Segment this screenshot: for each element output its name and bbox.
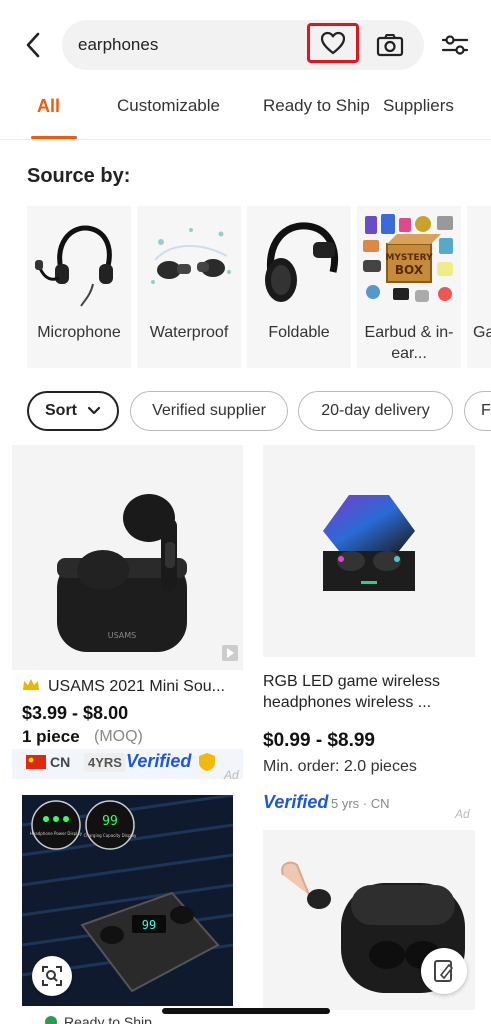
feedback-float-button[interactable] <box>421 948 467 994</box>
ready-to-ship-label: Ready to Ship <box>64 1014 152 1024</box>
verified-supplier-chip[interactable]: Verified supplier <box>130 391 288 431</box>
home-indicator <box>162 1008 330 1014</box>
camera-icon <box>376 34 404 57</box>
image-search-button[interactable] <box>372 30 408 60</box>
20-day-delivery-chip[interactable]: 20-day delivery <box>298 391 453 431</box>
product-image <box>263 445 475 657</box>
search-bar[interactable]: earphones <box>62 20 424 70</box>
source-card-gaming[interactable]: Ga <box>467 206 491 368</box>
sliders-icon <box>441 35 469 55</box>
tab-suppliers[interactable]: Suppliers <box>383 96 454 116</box>
gaming-image <box>467 206 491 314</box>
source-by-title: Source by: <box>27 165 131 187</box>
product-price: $0.99 - $8.99 <box>263 730 375 751</box>
verified-badge: Verified <box>126 751 192 771</box>
source-card-label: Earbud & in-ear... <box>364 324 454 362</box>
tab-all[interactable]: All <box>37 96 60 117</box>
source-card-label: Microphone <box>37 324 121 341</box>
product-image: USAMS <box>12 445 243 670</box>
active-tab-indicator <box>31 136 77 139</box>
supplier-country: CN <box>50 754 71 770</box>
video-play-icon <box>222 645 238 661</box>
product-card-earbuds-case[interactable] <box>263 830 475 1024</box>
chevron-down-icon <box>87 406 101 415</box>
svg-text:Headphone Power Display: Headphone Power Display <box>30 831 83 836</box>
product-card-usams[interactable]: USAMS USAMS 2021 Mini Sou... $3.99 - $8.… <box>12 445 243 785</box>
verified-badge: Verified <box>263 792 329 812</box>
foldable-headphones-image <box>247 206 351 314</box>
ad-label: Ad <box>455 807 470 821</box>
filter-chips: Sort Verified supplier 20-day delivery F <box>0 391 491 433</box>
source-by-carousel: Microphone Waterproof Foldable MYSTERY B… <box>0 206 491 368</box>
filter-button[interactable] <box>437 30 473 60</box>
edit-note-icon <box>434 960 454 982</box>
source-card-earbud[interactable]: MYSTERY BOX Earbud & in-ear... <box>357 206 461 368</box>
svg-text:BOX: BOX <box>395 263 424 277</box>
product-min-order: Min. order: 2.0 pieces <box>263 758 417 775</box>
scan-search-icon <box>42 966 62 986</box>
waterproof-earbuds-image <box>137 206 241 314</box>
chevron-left-icon <box>26 32 40 58</box>
product-title-line2: headphones wireless ... <box>263 694 432 711</box>
search-input[interactable]: earphones <box>78 35 158 55</box>
source-card-label: Ga <box>473 324 491 341</box>
source-card-microphone[interactable]: Microphone <box>27 206 131 368</box>
source-card-foldable[interactable]: Foldable <box>247 206 351 368</box>
tab-ready-to-ship[interactable]: Ready to Ship <box>263 96 370 116</box>
product-moq-qty: 1 piece <box>22 727 80 746</box>
svg-text:99: 99 <box>142 918 156 932</box>
svg-text:Charging Capacity Display: Charging Capacity Display <box>84 833 137 838</box>
product-moq-label: (MOQ) <box>94 728 143 745</box>
header: earphones <box>0 0 491 86</box>
supplier-years-country: 5 yrs · CN <box>331 796 390 811</box>
crown-icon <box>23 679 39 690</box>
tab-customizable[interactable]: Customizable <box>117 96 220 116</box>
svg-text:MYSTERY: MYSTERY <box>385 253 433 263</box>
mystery-box-image: MYSTERY BOX <box>357 206 461 314</box>
gold-shield-icon <box>199 753 215 771</box>
sort-chip[interactable]: Sort <box>27 391 119 431</box>
source-card-label: Foldable <box>268 324 330 341</box>
category-tabs: All Customizable Ready to Ship Suppliers <box>0 86 491 140</box>
source-card-waterproof[interactable]: Waterproof <box>137 206 241 368</box>
more-filter-chip[interactable]: F <box>464 391 491 431</box>
svg-text:99: 99 <box>102 814 118 829</box>
heart-icon <box>320 31 346 55</box>
ready-to-ship-icon <box>45 1016 57 1024</box>
favorite-button[interactable] <box>307 23 359 63</box>
china-flag-icon <box>26 755 46 769</box>
source-card-label: Waterproof <box>149 324 229 341</box>
supplier-years-badge: 4YRS <box>84 753 126 772</box>
svg-text:USAMS: USAMS <box>107 631 136 640</box>
product-title-line1: RGB LED game wireless <box>263 673 440 690</box>
product-card-earbuds-display[interactable]: Headphone Power Display 99 Charging Capa… <box>22 795 233 1024</box>
product-price: $3.99 - $8.00 <box>22 703 129 723</box>
image-search-float-button[interactable] <box>32 956 72 996</box>
product-title: USAMS 2021 Mini Sou... <box>48 678 225 695</box>
sort-label: Sort <box>45 402 77 419</box>
product-card-rgb-headphones[interactable]: RGB LED game wireless headphones wireles… <box>263 445 475 825</box>
back-button[interactable] <box>20 30 46 60</box>
ad-label: Ad <box>224 768 239 782</box>
headset-image <box>27 206 131 314</box>
